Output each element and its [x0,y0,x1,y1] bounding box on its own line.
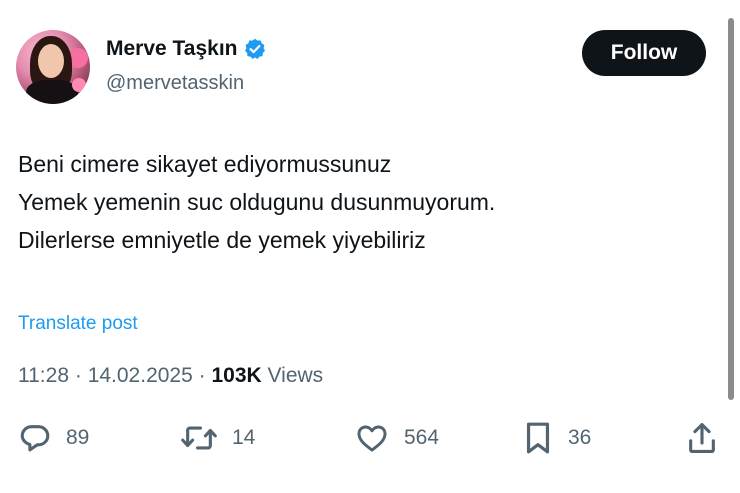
tweet-date[interactable]: 14.02.2025 [88,364,193,387]
avatar-decoration [72,78,86,92]
tweet-time[interactable]: 11:28 [18,364,69,387]
tweet-text-line: Yemek yemenin suc oldugunu dusunmuyorum. [18,189,496,215]
scrollbar[interactable] [728,18,734,400]
bookmark-count: 36 [568,426,592,449]
share-icon [686,421,718,455]
repost-count: 14 [232,426,256,449]
repost-button[interactable]: 14 [180,418,255,458]
tweet-text-line: Beni cimere sikayet ediyormussunuz [18,151,392,177]
avatar-body [26,80,78,104]
avatar[interactable] [16,30,90,104]
like-count: 564 [404,426,440,449]
tweet-text-line: Dilerlerse emniyetle de yemek yiyebiliri… [18,227,426,253]
tweet-header: Merve Taşkın @mervetasskin Follow [16,30,706,106]
like-icon [354,421,390,455]
views-label: Views [267,364,324,387]
meta-separator: · [74,364,82,387]
meta-separator: · [198,364,206,387]
repost-icon [180,421,218,455]
author-handle[interactable]: @mervetasskin [106,72,244,95]
name-row: Merve Taşkın [106,37,266,61]
author-display-name[interactable]: Merve Taşkın [106,37,238,61]
follow-button[interactable]: Follow [582,30,706,76]
translate-post-link[interactable]: Translate post [18,313,138,335]
views-count: 103K [211,364,262,387]
reply-count: 89 [66,426,90,449]
like-button[interactable]: 564 [354,418,439,458]
verified-badge-icon[interactable] [244,38,266,60]
tweet-meta: 11:28 · 14.02.2025 · 103K Views [18,364,323,388]
bookmark-button[interactable]: 36 [522,418,591,458]
reply-icon [18,421,52,455]
tweet-text: Beni cimere sikayet ediyormussunuz Yemek… [18,145,495,259]
action-bar: 89 14 564 36 [18,418,722,458]
avatar-face [38,44,64,78]
bookmark-icon [522,420,554,456]
reply-button[interactable]: 89 [18,418,89,458]
share-button[interactable] [686,418,718,458]
